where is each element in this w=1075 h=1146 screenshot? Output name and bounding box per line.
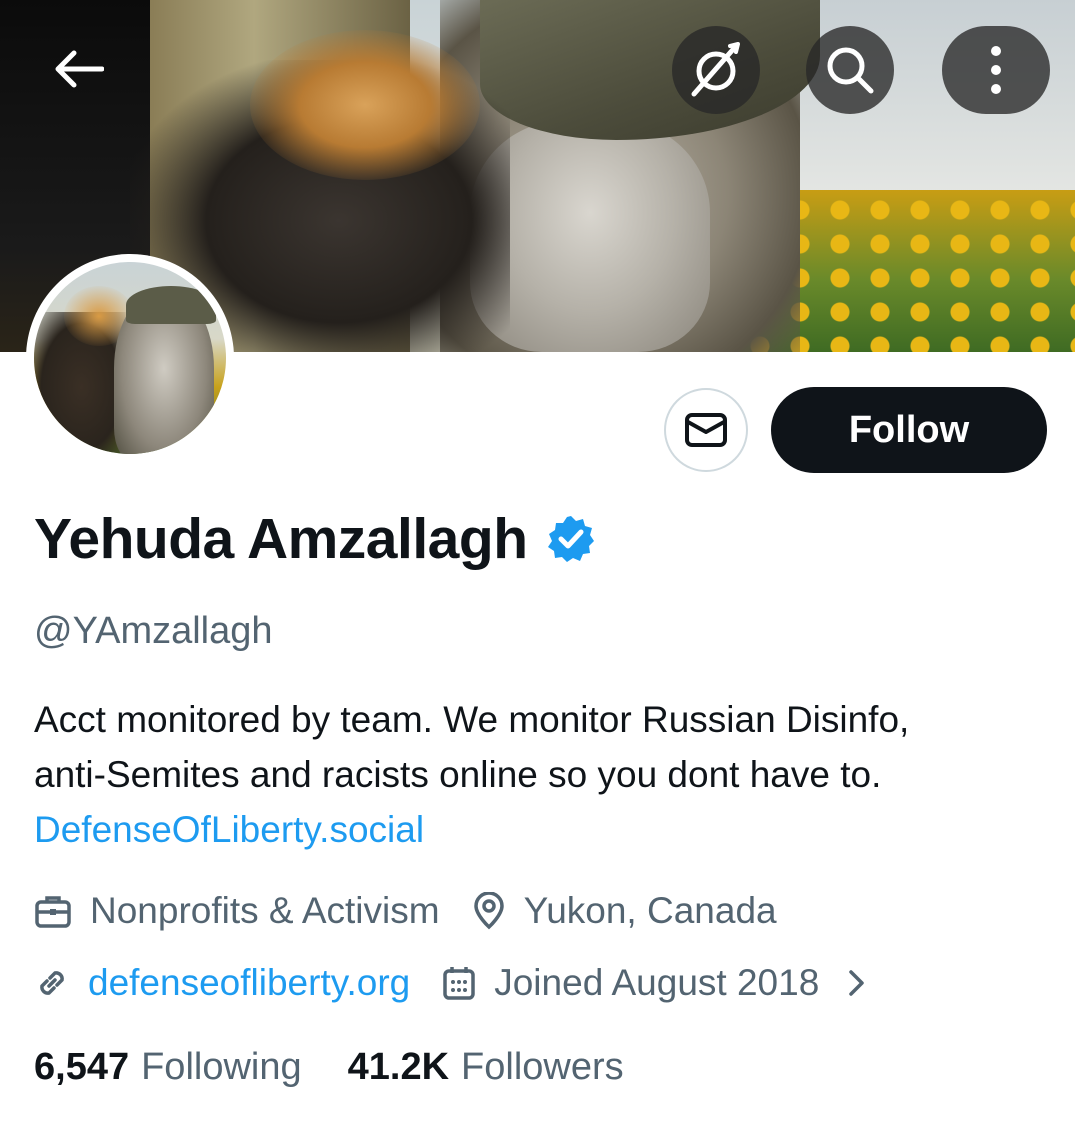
website-item[interactable]: defenseofliberty.org: [34, 962, 410, 1004]
profile-avatar[interactable]: [26, 254, 234, 462]
following-label: Following: [141, 1046, 302, 1088]
message-button[interactable]: [664, 388, 748, 472]
search-button[interactable]: [806, 26, 894, 114]
following-count: 6,547: [34, 1046, 130, 1088]
link-icon: [40, 971, 64, 995]
followers-label: Followers: [461, 1046, 624, 1088]
followers-stat[interactable]: 41.2K Followers: [348, 1046, 624, 1089]
joined-text: Joined August 2018: [494, 962, 820, 1003]
follow-button[interactable]: Follow: [771, 387, 1047, 473]
location-pin-icon: [473, 892, 504, 930]
location-text: Yukon, Canada: [523, 890, 777, 931]
bio-link[interactable]: DefenseOfLiberty.social: [34, 802, 1044, 857]
briefcase-icon: [35, 896, 71, 928]
profile-bio: Acct monitored by team. We monitor Russi…: [34, 692, 1044, 857]
location-item: Yukon, Canada: [472, 890, 777, 932]
user-handle: @YAmzallagh: [34, 610, 273, 652]
back-button[interactable]: [34, 30, 122, 108]
banner-crown: [250, 30, 480, 180]
calendar-icon: [443, 967, 475, 1000]
grok-button[interactable]: [672, 26, 760, 114]
website-link[interactable]: defenseofliberty.org: [88, 962, 410, 1004]
avatar-image: [34, 262, 226, 454]
arrow-left-icon: [55, 50, 104, 88]
category-text: Nonprofits & Activism: [90, 890, 440, 931]
profile-meta-row-2: defenseofliberty.org Joined August 2018: [34, 962, 867, 1004]
bio-line-1: Acct monitored by team. We monitor Russi…: [34, 699, 910, 740]
bio-line-2: anti-Semites and racists online so you d…: [34, 754, 882, 795]
following-stat[interactable]: 6,547 Following: [34, 1046, 302, 1089]
search-icon: [827, 47, 874, 94]
envelope-icon: [685, 413, 727, 447]
more-button[interactable]: [942, 26, 1050, 114]
name-row: Yehuda Amzallagh: [34, 506, 596, 572]
verified-badge-icon[interactable]: [546, 514, 596, 564]
avatar-hat: [126, 286, 216, 324]
joined-item[interactable]: Joined August 2018: [442, 962, 867, 1004]
profile-stats: 6,547 Following 41.2K Followers: [34, 1046, 624, 1089]
more-vertical-icon: [991, 46, 1001, 94]
followers-count: 41.2K: [347, 1046, 450, 1088]
profile-meta-row-1: Nonprofits & Activism Yukon, Canada: [34, 890, 777, 932]
category-item: Nonprofits & Activism: [34, 890, 440, 932]
display-name: Yehuda Amzallagh: [34, 507, 528, 571]
chevron-right-icon[interactable]: [847, 968, 867, 998]
grok-icon: [691, 42, 740, 97]
